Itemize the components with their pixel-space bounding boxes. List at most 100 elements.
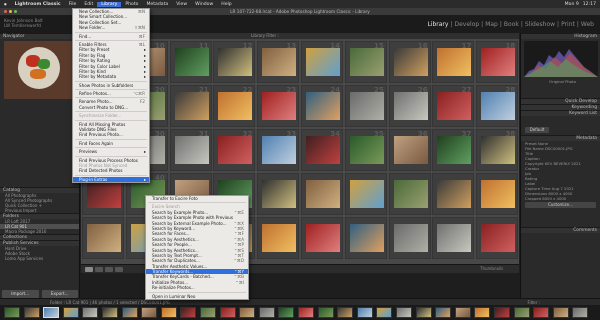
photo-thumbnail[interactable] [481,224,516,252]
grid-cell[interactable] [388,173,431,215]
photo-thumbnail[interactable] [262,224,297,252]
compare-view-icon[interactable] [105,267,113,272]
grid-cell[interactable] [257,217,300,259]
grid-cell[interactable]: 17 [432,41,475,83]
photo-thumbnail[interactable] [437,48,472,76]
filmstrip-thumbnail[interactable] [533,307,550,318]
grid-cell[interactable]: 21 [169,85,212,127]
menubar-item-library[interactable]: Library [97,1,122,7]
grid-cell[interactable] [432,173,475,215]
photo-thumbnail[interactable] [87,180,121,208]
close-window-button[interactable] [4,10,7,13]
filmstrip-thumbnail[interactable] [141,307,158,318]
grid-cell[interactable]: 18 [476,41,519,83]
module-library[interactable]: Library [427,21,448,28]
filmstrip-thumbnail[interactable] [356,307,373,318]
grid-cell[interactable]: 28 [476,85,519,127]
minimize-window-button[interactable] [9,10,12,13]
navigator-preview[interactable] [4,41,76,99]
photo-thumbnail[interactable] [481,136,516,164]
filmstrip-thumbnail[interactable] [23,307,40,318]
grid-cell[interactable]: 31 [169,129,212,171]
filmstrip-thumbnail[interactable] [513,307,530,318]
filmstrip-thumbnail[interactable] [219,307,236,318]
grid-cell[interactable]: 23 [257,85,300,127]
panel-list-item[interactable]: Lomo App Services [0,256,79,261]
navigator-header[interactable]: Navigator [0,33,79,39]
photo-thumbnail[interactable] [349,92,384,120]
photo-thumbnail[interactable] [349,224,384,252]
filmstrip-thumbnail[interactable] [552,307,569,318]
filmstrip-thumbnail[interactable] [4,307,20,318]
grid-cell[interactable] [476,217,519,259]
module-web[interactable]: Web [581,21,594,28]
photo-thumbnail[interactable] [262,48,297,76]
photo-thumbnail[interactable] [437,180,472,208]
filmstrip-thumbnail[interactable] [474,307,491,318]
module-develop[interactable]: Develop [454,21,479,28]
photo-thumbnail[interactable] [349,136,384,164]
filmstrip-thumbnail[interactable] [258,307,275,318]
grid-cell[interactable] [388,217,431,259]
filmstrip-thumbnail[interactable] [494,307,510,318]
metadata-preset-select[interactable]: Default [525,127,549,133]
comments-header[interactable]: Comments [521,227,600,233]
grid-cell[interactable]: 34 [301,129,343,171]
menu-item[interactable]: Find... ⌘F [73,34,149,39]
grid-cell[interactable]: 16 [388,41,431,83]
photo-thumbnail[interactable] [393,48,428,76]
filmstrip-thumbnail[interactable] [376,307,393,318]
grid-cell[interactable]: 38 [476,129,519,171]
filmstrip-thumbnail[interactable] [102,307,118,318]
photo-thumbnail[interactable] [437,224,472,252]
filmstrip-thumbnail[interactable] [180,307,197,318]
grid-cell[interactable]: 22 [213,85,256,127]
grid-cell[interactable]: 12 [213,41,256,83]
filmstrip-thumbnail[interactable] [62,307,79,318]
grid-cell[interactable]: 13 [257,41,300,83]
module-map[interactable]: Map [485,21,498,28]
grid-cell[interactable] [301,173,343,215]
filmstrip-thumbnail[interactable] [572,307,589,318]
zoom-window-button[interactable] [14,10,17,13]
grid-view-icon[interactable] [85,267,93,272]
photo-thumbnail[interactable] [218,48,253,76]
filmstrip-thumbnail[interactable] [337,307,354,318]
apple-menu-icon[interactable]: ● [0,2,11,6]
grid-cell[interactable]: 27 [432,85,475,127]
photo-thumbnail[interactable] [393,180,428,208]
filmstrip-thumbnail[interactable] [121,307,138,318]
filmstrip-thumbnail[interactable] [82,307,99,318]
menu-item[interactable]: Filter by Metadata ▸ [73,74,149,79]
photo-thumbnail[interactable] [174,48,209,76]
filmstrip-thumbnail[interactable] [396,307,412,318]
grid-cell[interactable] [301,217,343,259]
grid-cell[interactable] [82,217,124,259]
photo-thumbnail[interactable] [437,92,472,120]
menubar-item-file[interactable]: File [65,2,81,7]
export-button[interactable]: Export... [41,290,78,298]
window-controls[interactable] [4,10,17,13]
menubar-item-lightroom-classic[interactable]: Lightroom Classic [11,2,65,7]
photo-thumbnail[interactable] [481,180,516,208]
filmstrip-thumbnail[interactable] [317,307,334,318]
photo-thumbnail[interactable] [481,48,516,76]
photo-thumbnail[interactable] [349,48,384,76]
photo-thumbnail[interactable] [174,92,209,120]
menubar-item-view[interactable]: View [172,2,191,7]
menubar-item-window[interactable]: Window [191,2,217,7]
menubar-item-edit[interactable]: Edit [80,2,97,7]
photo-thumbnail[interactable] [349,180,384,208]
menu-item[interactable]: Previews ▸ [73,149,149,154]
photo-thumbnail[interactable] [262,136,297,164]
menu-item[interactable]: Plug-in Extras ▸ [73,176,149,183]
photo-thumbnail[interactable] [306,48,340,76]
photo-thumbnail[interactable] [262,180,297,208]
filmstrip-thumbnail[interactable] [454,307,471,318]
filmstrip-thumbnail[interactable] [239,307,256,318]
photo-thumbnail[interactable] [174,136,209,164]
menu-item[interactable]: Find Faces Again [73,141,149,146]
menu-item[interactable]: New Folder... ⇧⌘N [73,25,149,30]
survey-view-icon[interactable] [115,267,123,272]
photo-thumbnail[interactable] [218,136,253,164]
